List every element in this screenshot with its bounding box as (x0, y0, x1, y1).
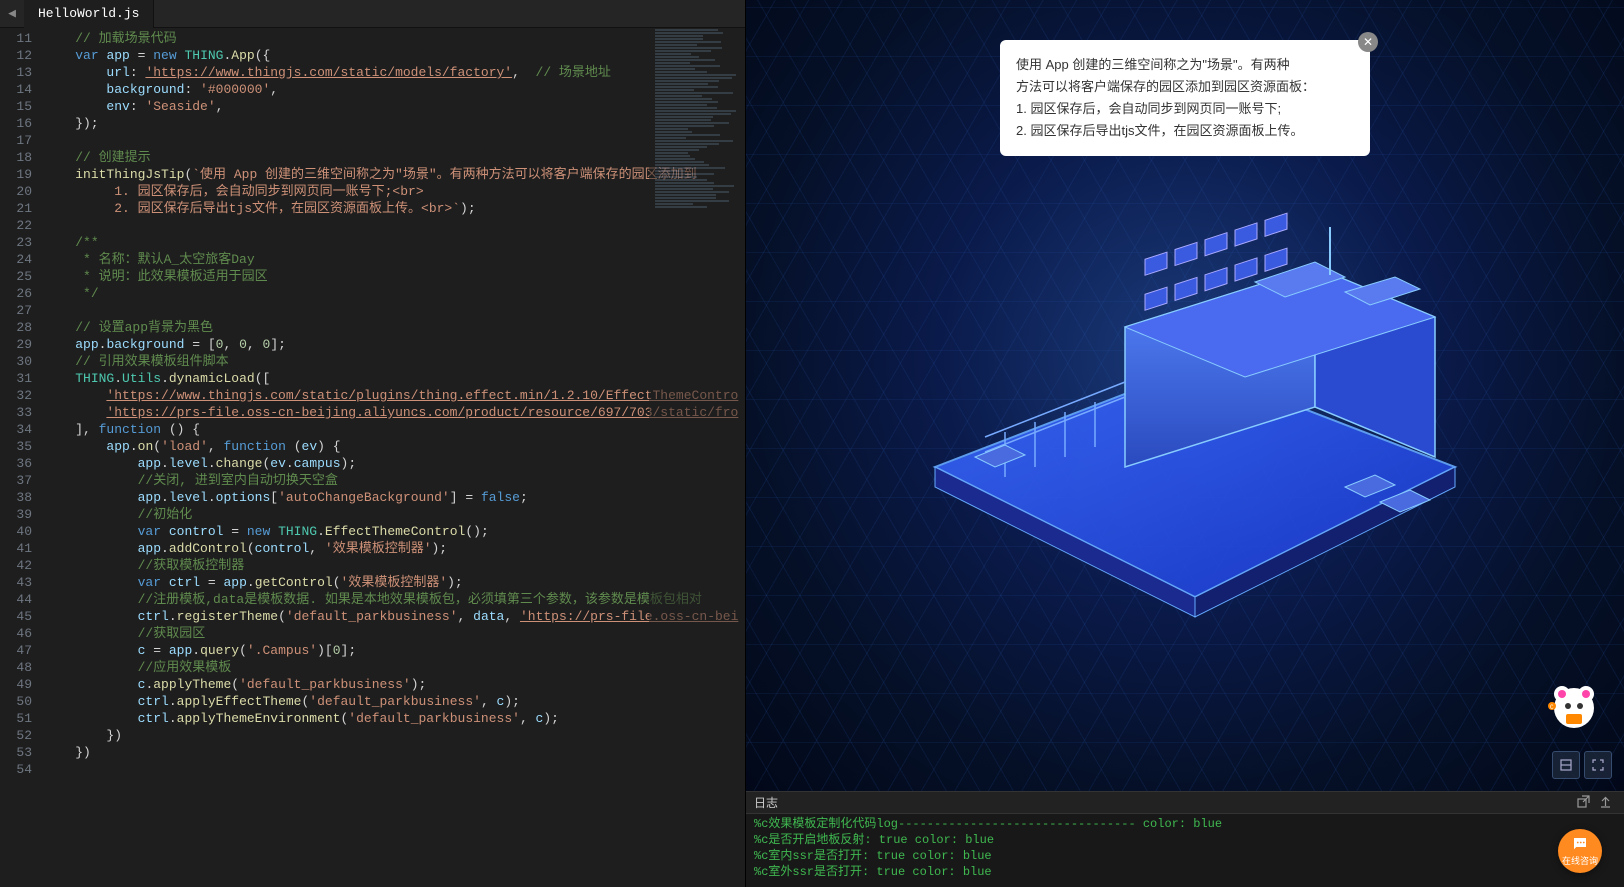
mascot-icon[interactable]: C (1544, 676, 1604, 736)
log-line: %c效果模板定制化代码log--------------------------… (754, 816, 1616, 832)
upload-icon[interactable] (1594, 795, 1616, 811)
minimap[interactable] (649, 28, 745, 887)
log-line: %c室外ssr是否打开: true color: blue (754, 864, 1616, 880)
tooltip-line: 2. 园区保存后导出tjs文件，在园区资源面板上传。 (1016, 120, 1354, 142)
line-number-gutter: 11 12 13 14 15 16 17 18 19 20 21 22 23 2… (0, 28, 44, 887)
code-content[interactable]: // 加载场景代码 var app = new THING.App({ url:… (44, 28, 745, 887)
preview-pane: ✕ 使用 App 创建的三维空间称之为"场景"。有两种 方法可以将客户端保存的园… (746, 0, 1624, 887)
3d-scene-viewport[interactable]: ✕ 使用 App 创建的三维空间称之为"场景"。有两种 方法可以将客户端保存的园… (746, 0, 1624, 791)
setting-icon[interactable] (1552, 751, 1580, 779)
code-editor-pane: ◀ HelloWorld.js 11 12 13 14 15 16 17 18 … (0, 0, 746, 887)
log-console: 日志 %c效果模板定制化代码log-----------------------… (746, 791, 1624, 887)
chat-fab-label: 在线咨询 (1562, 854, 1598, 867)
tooltip-line: 使用 App 创建的三维空间称之为"场景"。有两种 (1016, 54, 1354, 76)
tooltip-line: 1. 园区保存后，会自动同步到网页同一账号下; (1016, 98, 1354, 120)
editor-tabbar: ◀ HelloWorld.js (0, 0, 745, 28)
console-header: 日志 (746, 792, 1624, 814)
console-body[interactable]: %c效果模板定制化代码log--------------------------… (746, 814, 1624, 887)
log-line: %c是否开启地板反射: true color: blue (754, 832, 1616, 848)
editor-body[interactable]: 11 12 13 14 15 16 17 18 19 20 21 22 23 2… (0, 28, 745, 887)
scene-tooltip: ✕ 使用 App 创建的三维空间称之为"场景"。有两种 方法可以将客户端保存的园… (1000, 40, 1370, 156)
console-title: 日志 (754, 794, 778, 811)
tab-helloworld[interactable]: HelloWorld.js (24, 0, 154, 28)
tooltip-line: 方法可以将客户端保存的园区添加到园区资源面板： (1016, 76, 1354, 98)
tab-prev-icon[interactable]: ◀ (0, 6, 24, 21)
viewport-controls (1552, 751, 1612, 779)
close-icon[interactable]: ✕ (1358, 32, 1378, 52)
chat-fab[interactable]: 在线咨询 (1558, 829, 1602, 873)
fullscreen-icon[interactable] (1584, 751, 1612, 779)
log-line: %c室内ssr是否打开: true color: blue (754, 848, 1616, 864)
popout-icon[interactable] (1572, 795, 1594, 811)
svg-text:C: C (1550, 704, 1554, 711)
factory-building-model (875, 207, 1495, 627)
